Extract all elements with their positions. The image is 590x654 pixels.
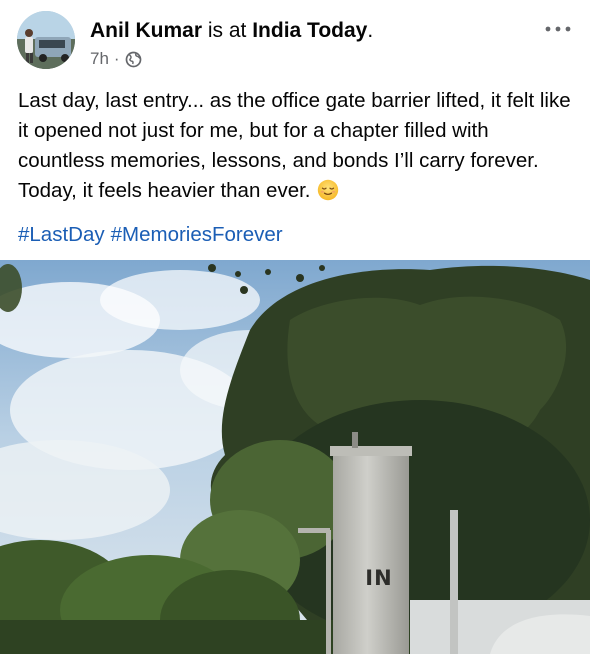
hashtag-memoriesforever-link[interactable]: #MemoriesForever <box>111 220 283 250</box>
post-photo[interactable]: IN <box>0 260 590 654</box>
meta-separator: · <box>113 49 120 68</box>
checkin-connector: is at <box>207 19 247 42</box>
hashtag-lastday-link[interactable]: #LastDay <box>18 220 105 250</box>
post-author-line: Anil Kumar is at India Today. <box>90 16 373 46</box>
author-line-period: . <box>367 19 374 42</box>
photo-scene <box>0 260 590 654</box>
hashtag-row: #LastDay #MemoriesForever <box>18 220 283 250</box>
post-timestamp[interactable]: 7h <box>90 47 109 71</box>
post-message-text: Last day, last entry... as the office ga… <box>18 89 571 202</box>
author-name-link[interactable]: Anil Kumar <box>90 19 202 42</box>
author-avatar[interactable] <box>17 11 75 69</box>
relieved-face-emoji-icon <box>317 179 339 201</box>
post-options-button[interactable] <box>542 18 574 40</box>
gate-sign-text: IN <box>365 566 393 590</box>
facebook-post: Anil Kumar is at India Today. 7h · Last … <box>0 0 590 654</box>
globe-icon[interactable] <box>125 51 142 68</box>
post-meta: 7h · <box>90 47 142 71</box>
checkin-place-link[interactable]: India Today <box>252 19 367 42</box>
more-horizontal-icon <box>544 20 572 38</box>
post-message: Last day, last entry... as the office ga… <box>18 86 578 206</box>
